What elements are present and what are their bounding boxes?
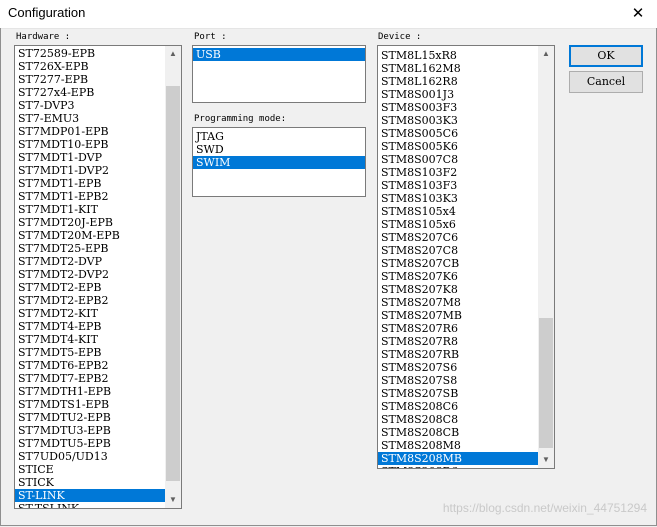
programming-mode-list-item[interactable]: JTAG <box>193 130 365 143</box>
device-list-item[interactable]: STM8S207R6 <box>378 322 554 335</box>
device-list-item[interactable]: STM8S105x4 <box>378 205 554 218</box>
hardware-list-item[interactable]: ST7MDT1-DVP2 <box>15 164 181 177</box>
programming-mode-list-item[interactable]: SWD <box>193 143 365 156</box>
device-list-item[interactable]: STM8S207C6 <box>378 231 554 244</box>
hardware-list-item[interactable]: ST72589-EPB <box>15 47 181 60</box>
port-items: USB <box>193 48 365 61</box>
hardware-list-item[interactable]: ST7MDT10-EPB <box>15 138 181 151</box>
hardware-list-item[interactable]: ST7MDT1-DVP <box>15 151 181 164</box>
hardware-list-item[interactable]: ST7MDT7-EPB2 <box>15 372 181 385</box>
hardware-listbox[interactable]: ST72589-EPB ST726X-EPB ST7277-EPB ST727x4-E… <box>14 45 182 509</box>
hardware-list-item[interactable]: ST7MDT1-EPB <box>15 177 181 190</box>
hardware-list-item[interactable]: STICE <box>15 463 181 476</box>
ok-button[interactable]: OK <box>569 45 643 67</box>
hardware-list-item[interactable]: ST7MDTU2-EPB <box>15 411 181 424</box>
device-list-item[interactable]: STM8L162M8 <box>378 62 554 75</box>
hardware-list-item[interactable]: ST7MDT2-KIT <box>15 307 181 320</box>
hardware-scrollbar[interactable]: ▲ ▼ <box>165 46 181 508</box>
device-list-item[interactable]: STM8S207RB <box>378 348 554 361</box>
device-list-item[interactable]: STM8S005C6 <box>378 127 554 140</box>
hardware-list-item[interactable]: ST7MDT2-DVP2 <box>15 268 181 281</box>
hardware-list-item[interactable]: ST7277-EPB <box>15 73 181 86</box>
device-list-item[interactable]: STM8S207S8 <box>378 374 554 387</box>
device-list-item[interactable]: STM8S207K6 <box>378 270 554 283</box>
title-bar: Configuration ✕ <box>0 0 657 29</box>
device-scrollbar[interactable]: ▲ ▼ <box>538 46 554 468</box>
scroll-down-icon[interactable]: ▼ <box>538 452 554 468</box>
device-list-item[interactable]: STM8S208MB <box>378 452 554 465</box>
scroll-up-icon[interactable]: ▲ <box>165 46 181 62</box>
cancel-button[interactable]: Cancel <box>569 71 643 93</box>
hardware-list-item[interactable]: ST7MDP01-EPB <box>15 125 181 138</box>
device-list-item[interactable]: STM8L15xR8 <box>378 49 554 62</box>
hardware-list-item[interactable]: ST7-DVP3 <box>15 99 181 112</box>
port-label: Port : <box>194 32 227 42</box>
hardware-list-item[interactable]: ST7MDT4-EPB <box>15 320 181 333</box>
programming-mode-list-item[interactable]: SWIM <box>193 156 365 169</box>
programming-mode-label: Programming mode: <box>194 114 287 124</box>
hardware-list-item[interactable]: ST7MDT5-EPB <box>15 346 181 359</box>
device-listbox[interactable]: STM8L15xR8 STM8L162M8 STM8L162R8 STM8S001J3… <box>377 45 555 469</box>
hardware-list-item[interactable]: ST7-EMU3 <box>15 112 181 125</box>
hardware-list-item[interactable]: ST-LINK <box>15 489 181 502</box>
hardware-label: Hardware : <box>16 32 71 42</box>
port-list-item[interactable]: USB <box>193 48 365 61</box>
hardware-list-item[interactable]: ST7MDT2-EPB <box>15 281 181 294</box>
hardware-list-item[interactable]: ST7MDT1-EPB2 <box>15 190 181 203</box>
device-list-item[interactable]: STM8S207S6 <box>378 361 554 374</box>
device-list-item[interactable]: STM8S208C8 <box>378 413 554 426</box>
hardware-items: ST72589-EPB ST726X-EPB ST7277-EPB ST727x4-E… <box>15 47 181 508</box>
device-items: STM8L15xR8 STM8L162M8 STM8L162R8 STM8S001J3… <box>378 49 554 468</box>
hardware-list-item[interactable]: ST7MDT6-EPB2 <box>15 359 181 372</box>
scroll-thumb[interactable] <box>539 318 553 448</box>
device-list-item[interactable]: STM8S103K3 <box>378 192 554 205</box>
device-list-item[interactable]: STM8S208C6 <box>378 400 554 413</box>
device-list-item[interactable]: STM8S208M8 <box>378 439 554 452</box>
device-list-item[interactable]: STM8S001J3 <box>378 88 554 101</box>
device-list-item[interactable]: STM8S003K3 <box>378 114 554 127</box>
device-label: Device : <box>378 32 422 42</box>
device-list-item[interactable]: STM8S103F2 <box>378 166 554 179</box>
hardware-list-item[interactable]: ST-TSLINK <box>15 502 181 508</box>
hardware-list-item[interactable]: ST7MDT1-KIT <box>15 203 181 216</box>
hardware-list-item[interactable]: ST7MDTU5-EPB <box>15 437 181 450</box>
scroll-thumb[interactable] <box>166 86 180 481</box>
device-list-item[interactable]: STM8S005K6 <box>378 140 554 153</box>
hardware-list-item[interactable]: ST726X-EPB <box>15 60 181 73</box>
device-list-item[interactable]: STM8S207SB <box>378 387 554 400</box>
hardware-list-item[interactable]: ST7MDT2-DVP <box>15 255 181 268</box>
device-list-item[interactable]: STM8S208CB <box>378 426 554 439</box>
device-list-item[interactable]: STM8L162R8 <box>378 75 554 88</box>
device-list-item[interactable]: STM8S003F3 <box>378 101 554 114</box>
hardware-list-item[interactable]: ST7MDT20M-EPB <box>15 229 181 242</box>
device-list-item[interactable]: STM8S207K8 <box>378 283 554 296</box>
hardware-list-item[interactable]: ST7MDT20J-EPB <box>15 216 181 229</box>
hardware-list-item[interactable]: ST7UD05/UD13 <box>15 450 181 463</box>
close-icon[interactable]: ✕ <box>623 2 653 26</box>
hardware-list-item[interactable]: ST7MDT2-EPB2 <box>15 294 181 307</box>
device-list-item[interactable]: STM8S207CB <box>378 257 554 270</box>
device-list-item[interactable]: STM8S208R6 <box>378 465 554 468</box>
hardware-list-item[interactable]: ST7MDTH1-EPB <box>15 385 181 398</box>
hardware-list-item[interactable]: ST7MDT25-EPB <box>15 242 181 255</box>
hardware-list-item[interactable]: STICK <box>15 476 181 489</box>
scroll-up-icon[interactable]: ▲ <box>538 46 554 62</box>
device-list-item[interactable]: STM8S207MB <box>378 309 554 322</box>
window-title: Configuration <box>8 5 86 20</box>
device-list-item[interactable]: STM8S105x6 <box>378 218 554 231</box>
programming-mode-listbox[interactable]: JTAG SWD SWIM <box>192 127 366 197</box>
device-list-item[interactable]: STM8S103F3 <box>378 179 554 192</box>
programming-mode-items: JTAG SWD SWIM <box>193 130 365 169</box>
device-list-item[interactable]: STM8S207C8 <box>378 244 554 257</box>
hardware-list-item[interactable]: ST727x4-EPB <box>15 86 181 99</box>
device-list-item[interactable]: STM8S207M8 <box>378 296 554 309</box>
hardware-list-item[interactable]: ST7MDT4-KIT <box>15 333 181 346</box>
hardware-list-item[interactable]: ST7MDTU3-EPB <box>15 424 181 437</box>
device-list-item[interactable]: STM8S207R8 <box>378 335 554 348</box>
scroll-down-icon[interactable]: ▼ <box>165 492 181 508</box>
device-list-item[interactable]: STM8S007C8 <box>378 153 554 166</box>
port-listbox[interactable]: USB <box>192 45 366 103</box>
watermark: https://blog.csdn.net/weixin_44751294 <box>442 501 647 515</box>
hardware-list-item[interactable]: ST7MDTS1-EPB <box>15 398 181 411</box>
